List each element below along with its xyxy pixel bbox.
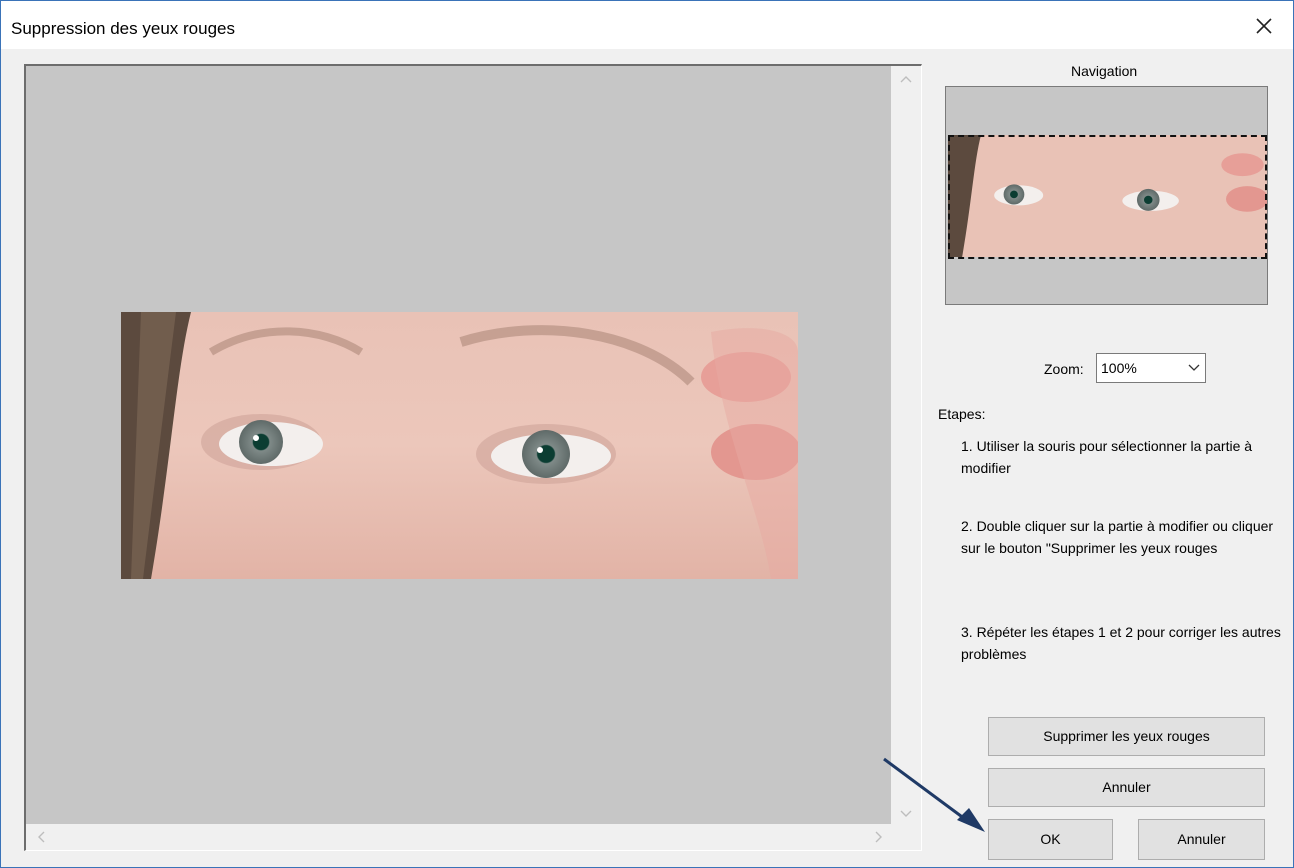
zoom-label: Zoom: [1044, 361, 1084, 377]
step-1-text: 1. Utiliser la souris pour sélectionner … [961, 438, 1253, 476]
zoom-value: 100% [1101, 360, 1137, 376]
navigation-view-rectangle[interactable] [948, 135, 1267, 259]
red-eye-removal-dialog: Suppression des yeux rouges Navigation Z… [0, 0, 1294, 868]
image-canvas-frame [24, 64, 922, 851]
image-canvas[interactable] [26, 66, 892, 825]
arrow-pointer-icon [883, 757, 985, 832]
steps-label: Etapes: [938, 406, 986, 422]
step-3-text: 3. Répéter les étapes 1 et 2 pour corrig… [961, 624, 1281, 662]
step-2-text: 2. Double cliquer sur la partie à modifi… [961, 518, 1274, 556]
title-bar: Suppression des yeux rouges [1, 1, 1293, 49]
zoom-select[interactable]: 100% [1096, 353, 1206, 383]
remove-red-eye-button[interactable]: Supprimer les yeux rouges [988, 717, 1265, 756]
cancel-button[interactable]: Annuler [1138, 819, 1265, 860]
chevron-up-icon[interactable] [900, 72, 912, 87]
vertical-scrollbar[interactable] [891, 66, 921, 825]
photo-preview [121, 312, 798, 579]
cancel-step-button[interactable]: Annuler [988, 768, 1265, 807]
horizontal-scrollbar[interactable] [26, 824, 892, 850]
close-icon[interactable] [1249, 11, 1279, 41]
chevron-left-icon[interactable] [36, 831, 46, 846]
navigation-preview[interactable] [945, 86, 1268, 305]
ok-button[interactable]: OK [988, 819, 1113, 860]
chevron-down-icon [1187, 360, 1201, 377]
navigation-label: Navigation [1071, 63, 1138, 79]
dialog-title: Suppression des yeux rouges [11, 19, 235, 38]
